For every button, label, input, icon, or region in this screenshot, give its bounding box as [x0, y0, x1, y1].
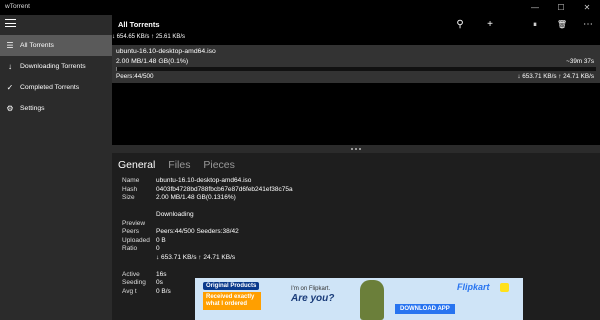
torrent-speed: ↓ 653.71 KB/s ↑ 24.71 KB/s	[517, 73, 594, 80]
sidebar-item-label: Settings	[20, 105, 45, 112]
sidebar-item-all-torrents[interactable]: ☰ All Torrents	[0, 35, 112, 56]
download-app-button[interactable]: DOWNLOAD APP	[395, 304, 455, 314]
property-row: Name ubuntu-16.10-desktop-amd64.iso	[122, 177, 293, 186]
title-bar: wTorrent — ☐ ✕	[0, 0, 600, 15]
property-row: Size 2.00 MB/1.48 GB(0.1316%)	[122, 194, 293, 203]
app-title: wTorrent	[5, 3, 30, 10]
property-value: 0403fb4728bd788fbcb67e87d6feb241ef38c75a	[156, 185, 293, 193]
property-row: ↓ 653.71 KB/s ↑ 24.71 KB/s	[122, 254, 293, 263]
ad-brand-icon	[500, 283, 509, 292]
property-label: Peers	[122, 228, 139, 235]
property-value: 16s	[156, 270, 167, 278]
tab-files[interactable]: Files	[168, 159, 190, 171]
property-value: 0 B/s	[156, 287, 171, 295]
property-label: Ratio	[122, 245, 138, 252]
main-panel: All Torrents ⚲ + ⏸ 🗑 ⋯ ↓ 654.65 KB/s ↑ 2…	[112, 15, 600, 320]
torrent-list-empty-area	[112, 83, 600, 145]
property-label: Hash	[122, 185, 138, 193]
tab-pieces[interactable]: Pieces	[203, 159, 235, 171]
ad-tagline: I'm on Flipkart.	[291, 286, 331, 292]
sidebar-item-settings[interactable]: ⚙ Settings	[0, 98, 112, 119]
progress-fill	[116, 67, 117, 71]
delete-icon[interactable]: 🗑	[554, 17, 570, 32]
ad-person-image	[360, 280, 384, 320]
maximize-button[interactable]: ☐	[548, 0, 574, 15]
property-label: Active	[122, 270, 140, 278]
sidebar-item-completed[interactable]: ✓ Completed Torrents	[0, 77, 112, 98]
property-label: Name	[122, 177, 140, 184]
minimize-button[interactable]: —	[522, 0, 548, 15]
hamburger-menu-icon[interactable]	[5, 19, 16, 29]
property-value: 2.00 MB/1.48 GB(0.1316%)	[156, 194, 236, 201]
ad-banner[interactable]: Original Products Received exactly what …	[195, 278, 523, 320]
property-row: Hash 0403fb4728bd788fbcb67e87d6feb241ef38…	[122, 186, 293, 195]
sidebar-item-downloading[interactable]: ↓ Downloading Torrents	[0, 56, 112, 77]
ad-offer-text: Received exactly what I ordered	[203, 292, 261, 310]
details-tabs: General Files Pieces	[118, 159, 245, 171]
sidebar-item-label: Downloading Torrents	[20, 63, 86, 70]
torrent-peers: Peers:44/500	[116, 73, 154, 80]
download-icon: ↓	[8, 62, 12, 71]
property-row: Peers Peers:44/500 Seeders:38/42	[122, 228, 293, 237]
search-icon[interactable]: ⚲	[452, 17, 468, 32]
more-icon[interactable]: ⋯	[580, 17, 596, 32]
gear-icon: ⚙	[6, 104, 14, 113]
property-spacer	[122, 203, 293, 212]
property-label	[122, 211, 156, 220]
property-spacer	[122, 262, 293, 271]
tab-general[interactable]: General	[118, 159, 155, 171]
list-icon: ☰	[6, 41, 14, 50]
ad-brand: Flipkart	[457, 282, 490, 292]
total-speed: ↓ 654.65 KB/s ↑ 25.61 KB/s	[112, 34, 186, 40]
page-title: All Torrents	[118, 20, 160, 29]
property-label	[122, 254, 156, 263]
property-value: 0 B	[156, 236, 166, 244]
property-label: Seeding	[122, 279, 146, 286]
property-value: 0s	[156, 279, 163, 286]
close-button[interactable]: ✕	[574, 0, 600, 15]
ad-logo: Original Products	[203, 282, 260, 290]
pane-splitter-handle[interactable]	[112, 145, 600, 153]
property-row: Uploaded 0 B	[122, 237, 293, 246]
property-label: Avg t	[122, 287, 137, 295]
pause-icon[interactable]: ⏸	[527, 17, 543, 32]
property-value: 0	[156, 245, 160, 252]
toolbar: All Torrents ⚲ + ⏸ 🗑 ⋯	[112, 15, 600, 34]
torrent-name: ubuntu-16.10-desktop-amd64.iso	[116, 48, 216, 55]
property-label: Preview	[122, 219, 146, 227]
torrent-row[interactable]: ubuntu-16.10-desktop-amd64.iso 2.00 MB/1…	[112, 45, 600, 83]
add-icon[interactable]: +	[482, 17, 498, 32]
checkmark-icon: ✓	[6, 83, 14, 92]
property-label: Size	[122, 194, 135, 201]
speed-value: ↓ 653.71 KB/s ↑ 24.71 KB/s	[156, 253, 236, 261]
sidebar-item-label: All Torrents	[20, 42, 54, 49]
property-row: Downloading	[122, 211, 293, 220]
property-value: Peers:44/500 Seeders:38/42	[156, 228, 239, 235]
sidebar: ☰ All Torrents ↓ Downloading Torrents ✓ …	[0, 15, 112, 320]
status-value: Downloading	[156, 211, 194, 218]
property-label: Uploaded	[122, 236, 150, 244]
torrent-progress-bar	[116, 67, 596, 71]
sidebar-item-label: Completed Torrents	[20, 84, 80, 91]
torrent-size: 2.00 MB/1.48 GB(0.1%)	[116, 58, 189, 65]
torrent-eta: ~39m 37s	[566, 58, 594, 65]
ad-question: Are you?	[291, 293, 335, 304]
property-value: ubuntu-16.10-desktop-amd64.iso	[156, 177, 252, 184]
property-row: Ratio 0	[122, 245, 293, 254]
property-row: Preview	[122, 220, 293, 229]
